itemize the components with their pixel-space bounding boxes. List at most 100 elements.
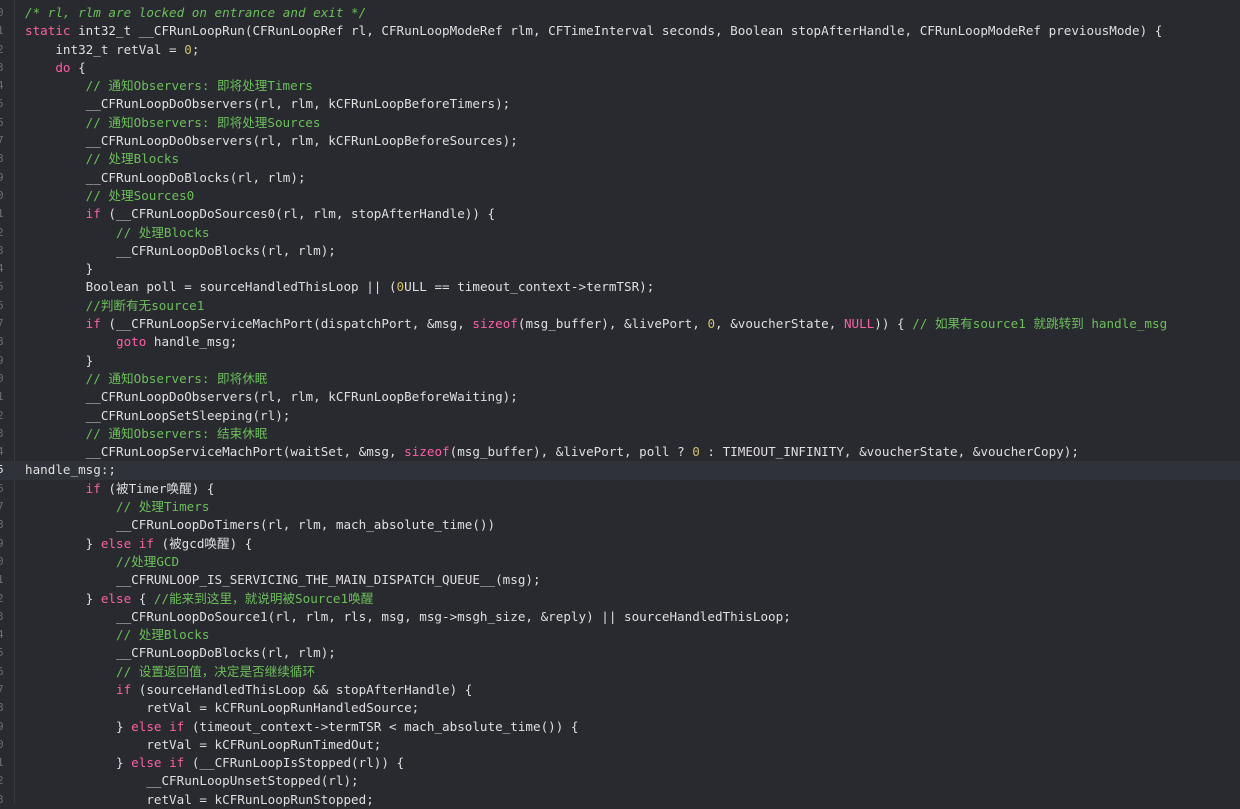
keyword-token: NULL xyxy=(843,316,875,332)
line-number: 8 xyxy=(0,152,4,166)
code-line[interactable]: 5 __CFRunLoopDoBlocks(rl, rlm); xyxy=(0,644,1240,662)
code-line[interactable]: 3 // 通知Observers: 结束休眠 xyxy=(0,425,1240,443)
code-line[interactable]: 9 } else if (被gcd唤醒) { xyxy=(0,535,1240,553)
code-token: __CFRUNLOOP_IS_SERVICING_THE_MAIN_DISPAT… xyxy=(25,572,541,588)
code-token: __CFRunLoopDoTimers(rl, rlm, mach_absolu… xyxy=(25,517,496,533)
code-text: // 通知Observers: 即将处理Timers xyxy=(25,77,313,95)
code-token: } xyxy=(25,755,132,771)
code-editor[interactable]: 0 /* rl, rlm are locked on entrance and e… xyxy=(0,0,1240,807)
code-text: handle_msg:; xyxy=(25,461,116,479)
code-line[interactable]: 4 __CFRunLoopServiceMachPort(waitSet, &m… xyxy=(0,443,1240,461)
line-number: 1 xyxy=(0,24,4,38)
code-line[interactable]: 3 retVal = kCFRunLoopRunStopped; xyxy=(0,791,1240,809)
code-line[interactable]: 8 __CFRunLoopDoTimers(rl, rlm, mach_abso… xyxy=(0,516,1240,534)
code-text: do { xyxy=(25,59,85,77)
code-line[interactable]: 1 __CFRunLoopDoObservers(rl, rlm, kCFRun… xyxy=(0,388,1240,406)
code-line[interactable]: 1 if (__CFRunLoopDoSources0(rl, rlm, sto… xyxy=(0,205,1240,223)
code-line[interactable]: 8 // 处理Blocks xyxy=(0,150,1240,168)
code-token: } xyxy=(25,352,94,368)
code-line[interactable]: 0 // 处理Sources0 xyxy=(0,187,1240,205)
code-line[interactable]: 2 __CFRunLoopSetSleeping(rl); xyxy=(0,407,1240,425)
code-text: // 处理Sources0 xyxy=(25,187,195,205)
code-text: } else if (timeout_context->termTSR < ma… xyxy=(25,718,579,736)
line-number: 9 xyxy=(0,536,4,550)
line-number: 4 xyxy=(0,262,4,276)
code-line[interactable]: 1 } else if (__CFRunLoopIsStopped(rl)) { xyxy=(0,754,1240,772)
code-token: __CFRunLoopDoObservers(rl, rlm, kCFRunLo… xyxy=(25,133,518,149)
code-text: __CFRunLoopDoBlocks(rl, rlm); xyxy=(25,644,336,662)
line-number: 6 xyxy=(0,664,4,678)
line-number: 4 xyxy=(0,79,4,93)
code-line[interactable]: 0 //处理GCD xyxy=(0,553,1240,571)
code-line[interactable]: 9 } xyxy=(0,352,1240,370)
code-text: } else if (被gcd唤醒) { xyxy=(25,535,253,553)
code-line[interactable]: 6 // 设置返回值，决定是否继续循环 xyxy=(0,663,1240,681)
code-line[interactable]: 7 if (__CFRunLoopServiceMachPort(dispatc… xyxy=(0,315,1240,333)
code-line[interactable]: 1 static int32_t __CFRunLoopRun(CFRunLoop… xyxy=(0,22,1240,40)
code-line[interactable]: 0 // 通知Observers: 即将休眠 xyxy=(0,370,1240,388)
code-text: __CFRunLoopServiceMachPort(waitSet, &msg… xyxy=(25,443,1079,461)
code-line[interactable]: 6 if (被Timer唤醒) { xyxy=(0,480,1240,498)
code-text: __CFRunLoopDoBlocks(rl, rlm); xyxy=(25,242,336,260)
comment-token: //能来到这里，就说明被Source1唤醒 xyxy=(153,590,374,606)
code-line[interactable]: 2 } else { //能来到这里，就说明被Source1唤醒 xyxy=(0,590,1240,608)
code-token: ULL == timeout_context->termTSR); xyxy=(404,279,655,295)
line-number: 3 xyxy=(0,60,4,74)
code-line[interactable]: 9 __CFRunLoopDoBlocks(rl, rlm); xyxy=(0,169,1240,187)
code-line[interactable]: 2 // 处理Blocks xyxy=(0,224,1240,242)
code-line[interactable]: 7 __CFRunLoopDoObservers(rl, rlm, kCFRun… xyxy=(0,132,1240,150)
code-line[interactable]: 5 Boolean poll = sourceHandledThisLoop |… xyxy=(0,278,1240,296)
code-text: // 设置返回值，决定是否继续循环 xyxy=(25,663,315,681)
code-line[interactable]: 2 int32_t retVal = 0; xyxy=(0,41,1240,59)
code-text: retVal = kCFRunLoopRunStopped; xyxy=(25,791,373,809)
comment-token: // 通知Observers: 即将休眠 xyxy=(85,370,268,386)
line-number: 5 xyxy=(0,463,4,477)
number-token: 0 xyxy=(184,41,192,57)
code-line[interactable]: 4 } xyxy=(0,260,1240,278)
line-number: 0 xyxy=(0,737,4,751)
code-line[interactable]: 8 retVal = kCFRunLoopRunHandledSource; xyxy=(0,699,1240,717)
code-text: __CFRunLoopDoTimers(rl, rlm, mach_absolu… xyxy=(25,516,495,534)
code-line[interactable]: 3 __CFRunLoopDoSource1(rl, rlm, rls, msg… xyxy=(0,608,1240,626)
code-line[interactable]: 3 __CFRunLoopDoBlocks(rl, rlm); xyxy=(0,242,1240,260)
line-number: 9 xyxy=(0,170,4,184)
code-line[interactable]: 7 if (sourceHandledThisLoop && stopAfter… xyxy=(0,681,1240,699)
code-line[interactable]: 5 __CFRunLoopDoObservers(rl, rlm, kCFRun… xyxy=(0,95,1240,113)
code-text: __CFRunLoopUnsetStopped(rl); xyxy=(25,772,358,790)
code-token: (__CFRunLoopServiceMachPort(dispatchPort… xyxy=(100,316,473,332)
code-text: //处理GCD xyxy=(25,553,179,571)
code-line[interactable]: 7 // 处理Timers xyxy=(0,498,1240,516)
line-number: 0 xyxy=(0,188,4,202)
code-line[interactable]: 0 retVal = kCFRunLoopRunTimedOut; xyxy=(0,736,1240,754)
code-text: //判断有无source1 xyxy=(25,297,205,315)
code-text: if (__CFRunLoopServiceMachPort(dispatchP… xyxy=(25,315,1168,333)
code-text: // 处理Blocks xyxy=(25,150,179,168)
code-line[interactable]: 4 // 处理Blocks xyxy=(0,626,1240,644)
code-line[interactable]: 6 // 通知Observers: 即将处理Sources xyxy=(0,114,1240,132)
code-token: __CFRunLoopDoBlocks(rl, rlm); xyxy=(25,169,306,185)
line-number: 5 xyxy=(0,97,4,111)
line-number: 1 xyxy=(0,207,4,221)
comment-token: // 处理Timers xyxy=(116,499,210,515)
code-line[interactable]: 4 // 通知Observers: 即将处理Timers xyxy=(0,77,1240,95)
code-line[interactable]: 8 goto handle_msg; xyxy=(0,333,1240,351)
code-text: retVal = kCFRunLoopRunTimedOut; xyxy=(25,736,381,754)
code-line[interactable]: 1 __CFRUNLOOP_IS_SERVICING_THE_MAIN_DISP… xyxy=(0,571,1240,589)
code-line[interactable]: 0 /* rl, rlm are locked on entrance and e… xyxy=(0,4,1240,22)
code-line[interactable]: 2 __CFRunLoopUnsetStopped(rl); xyxy=(0,772,1240,790)
code-line[interactable]: 5 handle_msg:; xyxy=(0,461,1240,480)
code-text: // 处理Timers xyxy=(25,498,209,516)
code-token: handle_msg:; xyxy=(25,462,116,478)
comment-token: /* rl, rlm are locked on entrance and ex… xyxy=(25,5,367,20)
line-number: 8 xyxy=(0,518,4,532)
code-line[interactable]: 3 do { xyxy=(0,59,1240,77)
code-line[interactable]: 6 //判断有无source1 xyxy=(0,297,1240,315)
code-line[interactable]: 9 } else if (timeout_context->termTSR < … xyxy=(0,718,1240,736)
code-token: (timeout_context->termTSR < mach_absolut… xyxy=(184,718,579,734)
keyword-token: else if xyxy=(100,535,154,551)
code-token: (sourceHandledThisLoop && stopAfterHandl… xyxy=(131,681,473,697)
